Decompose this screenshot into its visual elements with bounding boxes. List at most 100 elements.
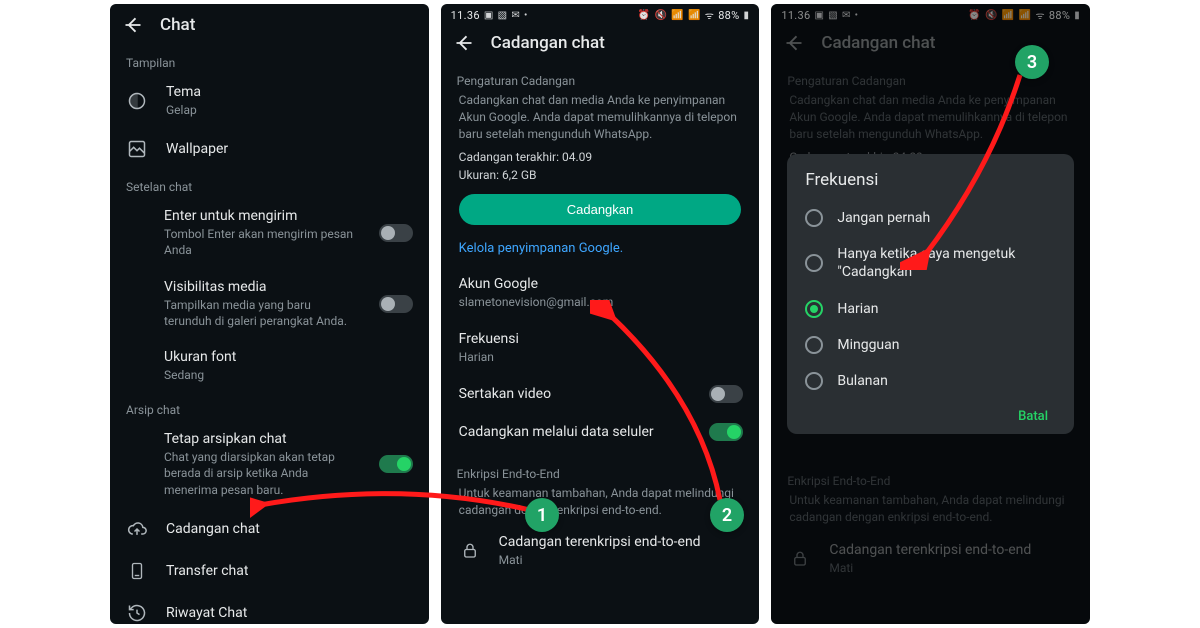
e2e-title: Cadangan terenkripsi end-to-end bbox=[499, 534, 744, 550]
row-chat-backup[interactable]: Cadangan chat bbox=[110, 508, 429, 550]
row-frequency[interactable]: Frekuensi Harian bbox=[441, 321, 760, 375]
dialog-title: Frekuensi bbox=[805, 170, 1056, 190]
option-label: Harian bbox=[837, 300, 1056, 318]
cloud-upload-icon bbox=[126, 518, 148, 540]
section-display: Tampilan bbox=[110, 46, 429, 74]
row-cellular-backup[interactable]: Cadangkan melalui data seluler bbox=[441, 413, 760, 451]
option-label: Mingguan bbox=[837, 336, 1056, 354]
radio-icon bbox=[805, 336, 823, 354]
section-backup-settings: Pengaturan Cadangan bbox=[441, 64, 760, 92]
radio-icon bbox=[805, 372, 823, 390]
toggle-cellular-backup[interactable] bbox=[709, 423, 743, 441]
section-archive: Arsip chat bbox=[110, 393, 429, 421]
history-title: Riwayat Chat bbox=[166, 605, 413, 621]
media-title: Visibilitas media bbox=[164, 279, 361, 295]
row-chat-history[interactable]: Riwayat Chat bbox=[110, 592, 429, 624]
row-e2e-backup[interactable]: Cadangan terenkripsi end-to-end Mati bbox=[441, 524, 760, 578]
cellular-title: Cadangkan melalui data seluler bbox=[459, 424, 692, 440]
cancel-button[interactable]: Batal bbox=[1010, 401, 1056, 432]
appbar: Chat bbox=[110, 4, 429, 46]
row-transfer-chat[interactable]: Transfer chat bbox=[110, 550, 429, 592]
row-theme[interactable]: Tema Gelap bbox=[110, 74, 429, 128]
toggle-media-visibility[interactable] bbox=[379, 295, 413, 313]
e2e-sub: Mati bbox=[499, 552, 744, 568]
option-label: Jangan pernah bbox=[837, 209, 1056, 227]
mail-icon: ✉ bbox=[511, 10, 520, 21]
row-wallpaper[interactable]: Wallpaper bbox=[110, 128, 429, 170]
section-e2e: Enkripsi End-to-End bbox=[441, 457, 760, 485]
backup-size: Ukuran: 6,2 GB bbox=[441, 166, 760, 184]
row-include-video[interactable]: Sertakan video bbox=[441, 375, 760, 413]
option-never[interactable]: Jangan pernah bbox=[805, 200, 1056, 236]
option-daily[interactable]: Harian bbox=[805, 291, 1056, 327]
row-media-visibility[interactable]: Visibilitas media Tampilkan media yang b… bbox=[110, 269, 429, 339]
backup-description: Cadangkan chat dan media Anda ke penyimp… bbox=[441, 92, 760, 148]
freq-sub: Harian bbox=[459, 349, 744, 365]
signal-icon: 📶 bbox=[671, 10, 684, 21]
account-title: Akun Google bbox=[459, 276, 744, 292]
radio-icon bbox=[805, 254, 823, 272]
phone-transfer-icon bbox=[126, 560, 148, 582]
status-time: 11.36 bbox=[451, 9, 480, 22]
row-font-size[interactable]: Ukuran font Sedang bbox=[110, 339, 429, 393]
back-button[interactable] bbox=[453, 32, 475, 54]
toggle-include-video[interactable] bbox=[709, 385, 743, 403]
option-weekly[interactable]: Mingguan bbox=[805, 327, 1056, 363]
modal-backdrop[interactable]: Frekuensi Jangan pernah Hanya ketika say… bbox=[771, 4, 1090, 624]
enter-sub: Tombol Enter akan mengirim pesan Anda bbox=[164, 226, 361, 258]
dot-icon: • bbox=[524, 10, 528, 21]
signal-icon-2: 📶 bbox=[688, 10, 701, 21]
radio-icon bbox=[805, 209, 823, 227]
status-bar: 11.36 ▣ ▧ ✉ • ⏰ 🔇 📶 📶 ᯤ 88% ▮ bbox=[441, 4, 760, 22]
backup-button[interactable]: Cadangkan bbox=[459, 194, 742, 225]
status-battery: 88% bbox=[718, 9, 739, 22]
backup-title: Cadangan chat bbox=[166, 521, 413, 537]
archive-title: Tetap arsipkan chat bbox=[164, 431, 361, 447]
toggle-enter-send[interactable] bbox=[379, 224, 413, 242]
lock-icon bbox=[459, 540, 481, 562]
annotation-badge-1: 1 bbox=[525, 498, 559, 532]
row-keep-archived[interactable]: Tetap arsipkan chat Chat yang diarsipkan… bbox=[110, 421, 429, 508]
font-sub: Sedang bbox=[164, 367, 413, 383]
panel-backup-settings: 11.36 ▣ ▧ ✉ • ⏰ 🔇 📶 📶 ᯤ 88% ▮ Cadangan c… bbox=[441, 4, 760, 624]
theme-icon bbox=[126, 90, 148, 112]
arrow-left-icon bbox=[123, 15, 143, 35]
mute-icon: 🔇 bbox=[654, 10, 667, 21]
account-sub: slametonevision@gmail.com bbox=[459, 294, 744, 310]
wallpaper-title: Wallpaper bbox=[166, 141, 413, 157]
camera-icon: ▣ bbox=[484, 10, 494, 21]
frequency-dialog: Frekuensi Jangan pernah Hanya ketika say… bbox=[787, 154, 1074, 434]
wifi-icon: ᯤ bbox=[705, 8, 714, 22]
appbar-title: Cadangan chat bbox=[491, 33, 605, 53]
theme-sub: Gelap bbox=[166, 102, 413, 118]
row-google-account[interactable]: Akun Google slametonevision@gmail.com bbox=[441, 266, 760, 320]
option-label: Hanya ketika saya mengetuk "Cadangkan" bbox=[837, 245, 1056, 281]
transfer-title: Transfer chat bbox=[166, 563, 413, 579]
media-sub: Tampilkan media yang baru terunduh di ga… bbox=[164, 297, 361, 329]
enter-title: Enter untuk mengirim bbox=[164, 208, 361, 224]
option-manual[interactable]: Hanya ketika saya mengetuk "Cadangkan" bbox=[805, 236, 1056, 290]
annotation-badge-3: 3 bbox=[1015, 45, 1049, 79]
wallpaper-icon bbox=[126, 138, 148, 160]
option-monthly[interactable]: Bulanan bbox=[805, 363, 1056, 399]
history-icon bbox=[126, 602, 148, 624]
appbar: Cadangan chat bbox=[441, 22, 760, 64]
arrow-left-icon bbox=[454, 33, 474, 53]
option-label: Bulanan bbox=[837, 372, 1056, 390]
last-backup: Cadangan terakhir: 04.09 bbox=[441, 148, 760, 166]
toggle-keep-archived[interactable] bbox=[379, 455, 413, 473]
alarm-icon: ⏰ bbox=[638, 10, 651, 21]
freq-title: Frekuensi bbox=[459, 331, 744, 347]
video-title: Sertakan video bbox=[459, 386, 692, 402]
panel-chat-settings: Chat Tampilan Tema Gelap Wallpaper Setel… bbox=[110, 4, 429, 624]
section-settings: Setelan chat bbox=[110, 170, 429, 198]
row-enter-send[interactable]: Enter untuk mengirim Tombol Enter akan m… bbox=[110, 198, 429, 268]
archive-sub: Chat yang diarsipkan akan tetap berada d… bbox=[164, 449, 361, 498]
back-button[interactable] bbox=[122, 14, 144, 36]
manage-google-storage-link[interactable]: Kelola penyimpanan Google. bbox=[441, 233, 760, 266]
font-title: Ukuran font bbox=[164, 349, 413, 365]
annotation-badge-2: 2 bbox=[710, 498, 744, 532]
battery-icon: ▮ bbox=[744, 10, 750, 21]
image-icon: ▧ bbox=[498, 10, 508, 21]
theme-title: Tema bbox=[166, 84, 413, 100]
